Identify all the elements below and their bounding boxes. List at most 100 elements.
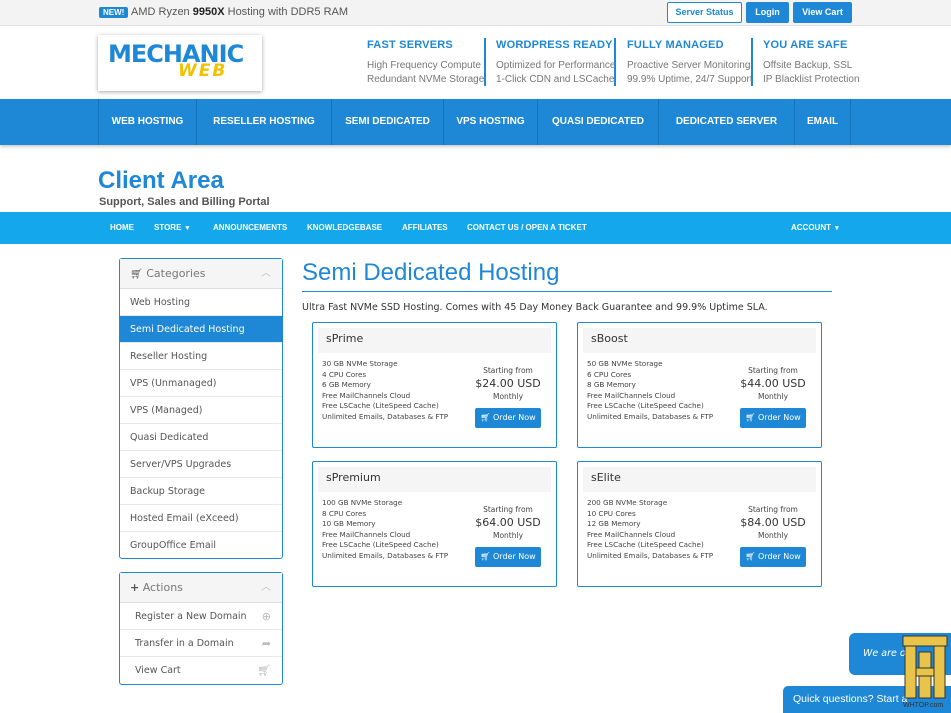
feature-line: Optimized for Performance — [496, 60, 616, 71]
order-now-button[interactable]: 🛒︎ Order Now — [740, 408, 806, 428]
login-button[interactable]: Login — [746, 2, 789, 23]
feature-divider — [751, 38, 753, 86]
feature-line: 8 CPU Cores — [322, 508, 367, 518]
feature-fast-servers: FAST SERVERS High Frequency Compute Redu… — [357, 39, 484, 87]
subnav-announcements[interactable]: ANNOUNCEMENTS — [213, 212, 287, 244]
feature-title: FAST SERVERS — [367, 39, 453, 51]
actions-header[interactable]: + Actions ︿ — [120, 573, 282, 603]
billing-period: Monthly — [757, 392, 789, 401]
nav-email[interactable]: EMAIL — [794, 99, 851, 145]
action-transfer-domain[interactable]: Transfer in a Domain ➦ — [120, 630, 282, 657]
product-card-sboost: sBoost 50 GB NVMe Storage 6 CPU Cores 8 … — [577, 322, 822, 448]
subnav-contact[interactable]: CONTACT US / OPEN A TICKET — [467, 212, 587, 244]
feature-line: Unlimited Emails, Databases & FTP — [322, 550, 449, 560]
globe-icon: ⊕ — [261, 610, 271, 623]
subnav-store-label: STORE — [154, 223, 182, 232]
feature-line: 6 GB Memory — [322, 380, 371, 390]
feature-line: 10 CPU Cores — [587, 508, 636, 518]
announcement-text[interactable]: AMD Ryzen 9950X Hosting with DDR5 RAM — [131, 6, 348, 18]
feature-line: Unlimited Emails, Databases & FTP — [587, 550, 714, 560]
product-price-block: Starting from $84.00 USD Monthly — [728, 505, 818, 540]
feature-line: 6 CPU Cores — [587, 369, 632, 379]
category-item[interactable]: Web Hosting — [120, 289, 282, 316]
chevron-up-icon[interactable]: ︿ — [261, 573, 271, 602]
nav-dedicated-server[interactable]: DEDICATED SERVER — [658, 99, 794, 145]
section-title: Semi Dedicated Hosting — [302, 259, 560, 286]
action-register-domain[interactable]: Register a New Domain ⊕ — [120, 603, 282, 630]
title-underline — [302, 291, 832, 292]
nav-web-hosting[interactable]: WEB HOSTING — [98, 99, 196, 145]
new-badge: NEW! — [99, 7, 129, 18]
feature-line: Unlimited Emails, Databases & FTP — [322, 411, 449, 421]
feature-line: 99.9% Uptime, 24/7 Support — [627, 74, 753, 85]
starting-from: Starting from — [748, 366, 798, 375]
product-features: 200 GB NVMe Storage 10 CPU Cores 12 GB M… — [587, 498, 713, 562]
feature-line: 30 GB NVMe Storage — [322, 359, 398, 368]
product-features: 30 GB NVMe Storage 4 CPU Cores 6 GB Memo… — [322, 359, 448, 423]
subnav-home[interactable]: HOME — [110, 212, 134, 244]
actions-panel: + Actions ︿ Register a New Domain ⊕ Tran… — [119, 572, 283, 685]
page-subtitle: Support, Sales and Billing Portal — [99, 196, 270, 208]
starting-from: Starting from — [483, 366, 533, 375]
subnav-account[interactable]: ACCOUNT ▾ — [791, 212, 839, 244]
subnav-knowledgebase[interactable]: KNOWLEDGEBASE — [307, 212, 382, 244]
server-status-button[interactable]: Server Status — [667, 2, 742, 23]
product-price-block: Starting from $24.00 USD Monthly — [463, 366, 553, 401]
product-card-spremium: sPremium 100 GB NVMe Storage 8 CPU Cores… — [312, 461, 557, 587]
feature-line: Free LSCache (LiteSpeed Cache) — [322, 540, 439, 550]
nav-semi-dedicated[interactable]: SEMI DEDICATED — [331, 99, 443, 145]
feature-line: 8 GB Memory — [587, 380, 636, 390]
product-name: sBoost — [583, 328, 816, 353]
order-now-button[interactable]: 🛒︎ Order Now — [740, 547, 806, 567]
category-item[interactable]: VPS (Managed) — [120, 397, 282, 424]
subnav-affiliates[interactable]: AFFILIATES — [402, 212, 448, 244]
feature-line: Unlimited Emails, Databases & FTP — [587, 411, 714, 421]
feature-line: 4 CPU Cores — [322, 369, 367, 379]
category-item[interactable]: GroupOffice Email — [120, 532, 282, 559]
view-cart-button[interactable]: View Cart — [793, 2, 852, 23]
action-view-cart[interactable]: View Cart 🛒︎ — [120, 657, 282, 684]
action-label: Transfer in a Domain — [135, 638, 234, 649]
categories-header[interactable]: 🛒︎ Categories ︿ — [120, 259, 282, 289]
cart-icon: 🛒︎ — [480, 552, 491, 561]
categories-title: Categories — [146, 267, 206, 280]
cart-icon: 🛒︎ — [745, 413, 756, 422]
category-item[interactable]: Reseller Hosting — [120, 343, 282, 370]
category-item-active[interactable]: Semi Dedicated Hosting — [120, 316, 282, 343]
feature-line: Free LSCache (LiteSpeed Cache) — [322, 401, 439, 411]
subnav-store[interactable]: STORE ▾ — [154, 212, 189, 244]
feature-line: 1-Click CDN and LSCache — [496, 74, 615, 85]
nav-quasi-dedicated[interactable]: QUASI DEDICATED — [537, 99, 658, 145]
product-price: $44.00 USD — [740, 377, 806, 390]
feature-title: WORDPRESS READY — [496, 39, 613, 51]
product-price: $24.00 USD — [475, 377, 541, 390]
category-item[interactable]: Quasi Dedicated — [120, 424, 282, 451]
action-label: View Cart — [135, 665, 181, 676]
top-bar: NEW! AMD Ryzen 9950X Hosting with DDR5 R… — [0, 0, 951, 26]
feature-line: Free MailChannels Cloud — [322, 529, 411, 539]
feature-line: Offsite Backup, SSL — [763, 60, 853, 71]
feature-divider — [484, 38, 486, 86]
order-now-button[interactable]: 🛒︎ Order Now — [475, 547, 541, 567]
watermark-text: WHTOP.com — [903, 702, 944, 709]
order-now-button[interactable]: 🛒︎ Order Now — [475, 408, 541, 428]
subnav-account-label: ACCOUNT — [791, 223, 831, 232]
nav-vps-hosting[interactable]: VPS HOSTING — [443, 99, 537, 145]
feature-line: Redundant NVMe Storage — [367, 74, 485, 85]
product-name: sElite — [583, 467, 816, 492]
category-item[interactable]: Hosted Email (eXceed) — [120, 505, 282, 532]
site-logo[interactable]: MECHANIC WEB — [98, 35, 262, 91]
order-label: Order Now — [493, 552, 536, 561]
chevron-up-icon[interactable]: ︿ — [261, 259, 271, 288]
main-nav: WEB HOSTING RESELLER HOSTING SEMI DEDICA… — [0, 99, 951, 145]
section-description: Ultra Fast NVMe SSD Hosting. Comes with … — [302, 302, 768, 313]
category-item[interactable]: VPS (Unmanaged) — [120, 370, 282, 397]
category-item[interactable]: Backup Storage — [120, 478, 282, 505]
nav-reseller-hosting[interactable]: RESELLER HOSTING — [196, 99, 331, 145]
billing-period: Monthly — [757, 531, 789, 540]
category-item[interactable]: Server/VPS Upgrades — [120, 451, 282, 478]
feature-line: Free LSCache (LiteSpeed Cache) — [587, 401, 704, 411]
client-sub-nav: HOME STORE ▾ ANNOUNCEMENTS KNOWLEDGEBASE… — [0, 212, 951, 244]
product-features: 100 GB NVMe Storage 8 CPU Cores 10 GB Me… — [322, 498, 448, 562]
categories-panel: 🛒︎ Categories ︿ Web Hosting Semi Dedicat… — [119, 258, 283, 559]
